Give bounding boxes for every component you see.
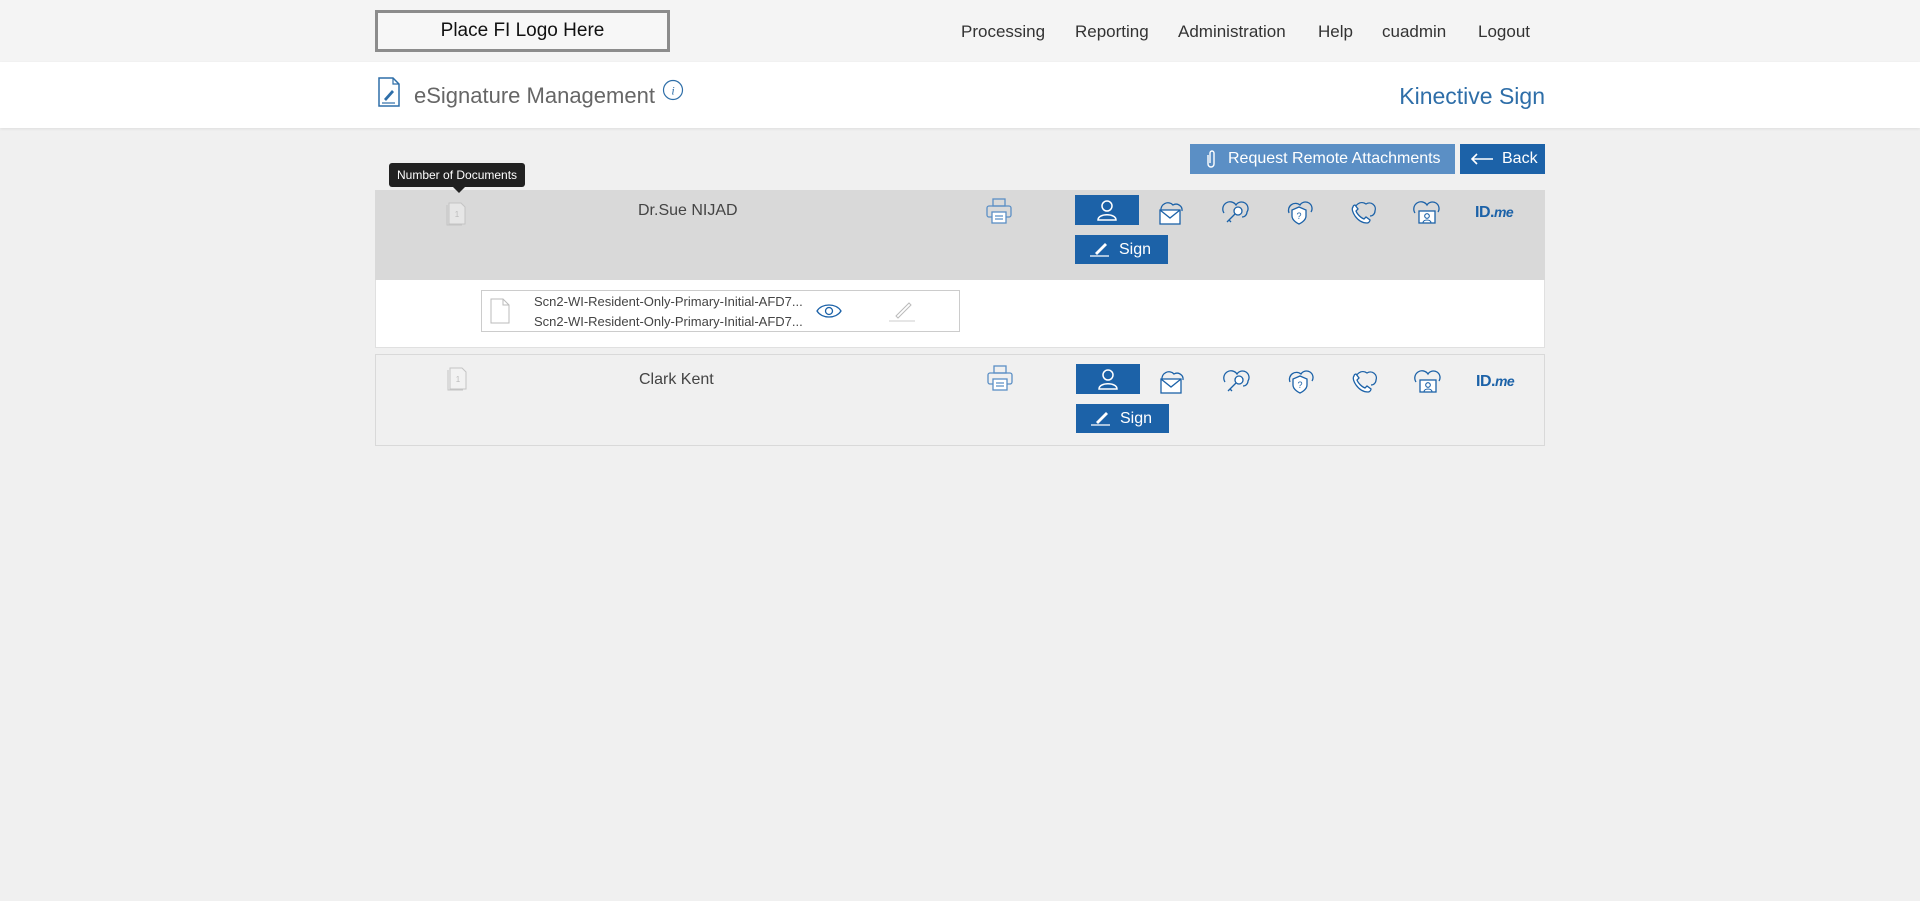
email-icon[interactable]: [1155, 197, 1185, 232]
in-person-auth-button[interactable]: [1076, 364, 1140, 394]
password-key-icon[interactable]: [1220, 197, 1250, 232]
idme-text: ID.: [1475, 204, 1494, 221]
nav-processing[interactable]: Processing: [961, 22, 1045, 42]
pen-icon: [1091, 412, 1110, 426]
sign-button[interactable]: Sign: [1075, 235, 1168, 264]
document-count-value: 1: [455, 210, 460, 219]
paperclip-icon: [1207, 150, 1215, 168]
file-icon: [489, 298, 511, 329]
document-card[interactable]: Scn2-WI-Resident-Only-Primary-Initial-AF…: [481, 290, 960, 332]
sign-label: Sign: [1119, 240, 1152, 258]
page-header: [0, 62, 1920, 128]
signer-row[interactable]: 1 Clark Kent ? ID.me Sign: [375, 354, 1545, 446]
number-of-documents-tooltip: Number of Documents: [389, 163, 526, 193]
request-remote-attachments-button[interactable]: Request Remote Attachments: [1190, 144, 1455, 174]
security-question-icon[interactable]: ?: [1285, 366, 1315, 401]
back-button[interactable]: Back: [1460, 144, 1545, 174]
idme-logo[interactable]: ID.me: [1476, 373, 1515, 391]
page-title: eSignature Management: [414, 83, 655, 108]
document-name: Scn2-WI-Resident-Only-Primary-Initial-AF…: [534, 314, 803, 329]
phone-icon[interactable]: [1347, 197, 1377, 232]
document-name: Scn2-WI-Resident-Only-Primary-Initial-AF…: [534, 294, 803, 309]
svg-text:?: ?: [1296, 211, 1301, 221]
print-icon[interactable]: [986, 364, 1014, 397]
security-question-icon[interactable]: ?: [1284, 197, 1314, 232]
signer-name: Dr.Sue NIJAD: [638, 202, 738, 219]
svg-text:i: i: [671, 84, 674, 98]
document-count-value: 1: [456, 375, 461, 384]
idme-logo[interactable]: ID.me: [1475, 204, 1514, 222]
idme-suffix: me: [1494, 373, 1515, 389]
password-key-icon[interactable]: [1221, 366, 1251, 401]
email-icon[interactable]: [1156, 366, 1186, 401]
sign-document-pen-icon[interactable]: [887, 299, 917, 328]
idme-text: ID.: [1476, 373, 1495, 390]
id-card-cloud-icon[interactable]: [1412, 366, 1442, 401]
idme-suffix: me: [1493, 204, 1514, 220]
view-document-eye-icon[interactable]: [816, 302, 842, 325]
nav-help[interactable]: Help: [1318, 22, 1353, 42]
svg-text:?: ?: [1297, 380, 1302, 390]
document-count-icon[interactable]: 1: [444, 200, 468, 231]
print-icon[interactable]: [985, 197, 1013, 230]
nav-reporting[interactable]: Reporting: [1075, 22, 1149, 42]
sign-label: Sign: [1120, 409, 1153, 427]
signer-row[interactable]: 1 Dr.Sue NIJAD ? ID.me Sign: [375, 190, 1545, 280]
phone-icon[interactable]: [1348, 366, 1378, 401]
sign-button[interactable]: Sign: [1076, 404, 1169, 433]
nav-administration[interactable]: Administration: [1178, 22, 1286, 42]
brand-name: Kinective Sign: [1399, 83, 1545, 109]
nav-logout[interactable]: Logout: [1478, 22, 1530, 42]
pen-icon: [1090, 243, 1109, 257]
in-person-auth-button[interactable]: [1075, 195, 1139, 225]
back-label: Back: [1502, 150, 1538, 167]
request-remote-attachments-label: Request Remote Attachments: [1228, 150, 1441, 167]
logo-placeholder[interactable]: Place FI Logo Here: [375, 10, 670, 52]
top-nav-bar: Place FI Logo Here Processing Reporting …: [0, 0, 1920, 62]
id-card-cloud-icon[interactable]: [1411, 197, 1441, 232]
nav-user-cuadmin[interactable]: cuadmin: [1382, 22, 1446, 42]
esignature-document-icon: [377, 77, 401, 112]
info-icon[interactable]: i: [662, 79, 684, 106]
in-person-icon: [1098, 369, 1118, 390]
signer-name: Clark Kent: [639, 371, 714, 388]
arrow-left-icon: [1470, 153, 1493, 165]
in-person-icon: [1097, 200, 1117, 221]
document-count-icon[interactable]: 1: [445, 365, 469, 396]
